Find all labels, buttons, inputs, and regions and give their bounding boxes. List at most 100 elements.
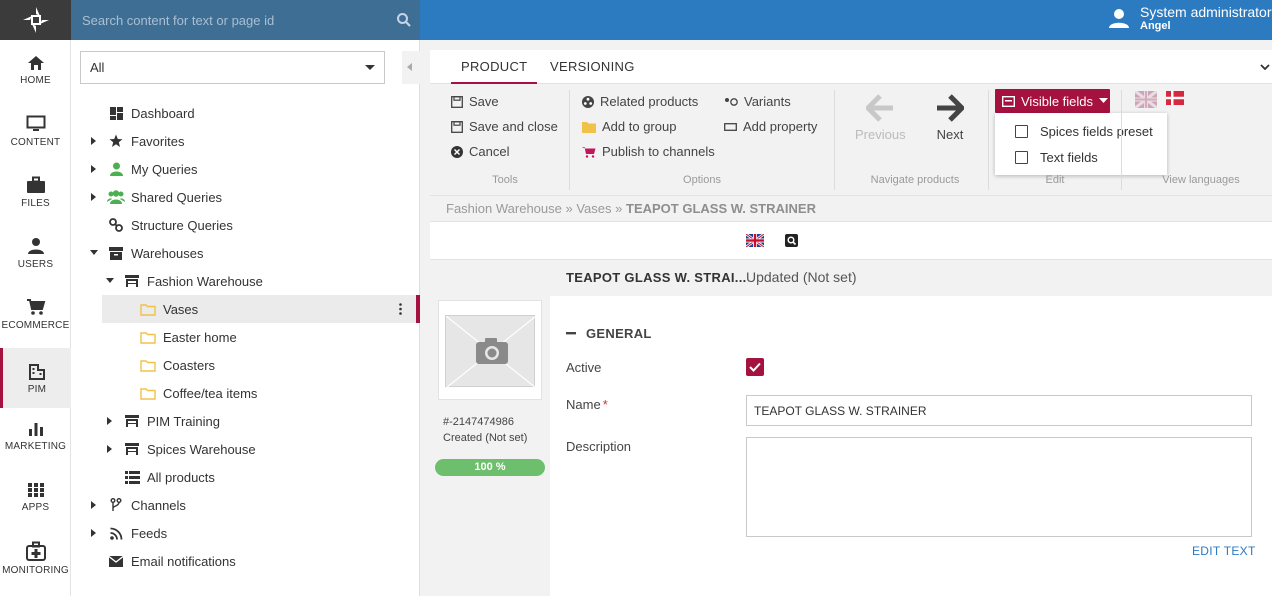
save-button[interactable]: Save bbox=[451, 94, 499, 109]
tree-filter-select[interactable]: All bbox=[80, 51, 385, 84]
collapse-panel-button[interactable] bbox=[402, 51, 420, 84]
left-nav: HOME CONTENT FILES USERS ECOMMERCE PIM M… bbox=[0, 40, 71, 596]
breadcrumb-item[interactable]: Fashion Warehouse bbox=[446, 201, 562, 216]
checkbox[interactable] bbox=[1015, 151, 1028, 164]
search-icon[interactable] bbox=[396, 12, 412, 28]
expand-arrow-icon[interactable] bbox=[91, 529, 96, 537]
breadcrumb-item[interactable]: Vases bbox=[576, 201, 611, 216]
collapse-arrow-icon[interactable] bbox=[90, 250, 98, 255]
name-label-text: Name bbox=[566, 397, 601, 412]
visible-fields-button[interactable]: Visible fields bbox=[995, 89, 1110, 113]
publish-to-channels-button[interactable]: Publish to channels bbox=[582, 144, 715, 159]
save-label: Save bbox=[469, 94, 499, 109]
tree-item-structure-queries[interactable]: Structure Queries bbox=[71, 211, 420, 239]
arrow-left-icon bbox=[866, 94, 894, 122]
flag-uk-icon[interactable] bbox=[1135, 91, 1157, 108]
breadcrumb-separator: » bbox=[565, 201, 573, 216]
more-vertical-icon[interactable] bbox=[399, 303, 402, 315]
tree-item-feeds[interactable]: Feeds bbox=[71, 519, 420, 547]
tree-item-email-notifications[interactable]: Email notifications bbox=[71, 547, 420, 575]
nav-apps[interactable]: APPS bbox=[0, 467, 71, 527]
nav-users[interactable]: USERS bbox=[0, 223, 71, 283]
expand-arrow-icon[interactable] bbox=[91, 501, 96, 509]
add-to-group-button[interactable]: Add to group bbox=[582, 119, 676, 134]
tree-item-vases[interactable]: Vases bbox=[102, 295, 420, 323]
collapse-arrow-icon[interactable] bbox=[106, 278, 114, 283]
required-marker: * bbox=[602, 397, 608, 412]
tree-item-my-queries[interactable]: My Queries bbox=[71, 155, 420, 183]
nav-monitoring[interactable]: MONITORING bbox=[0, 528, 71, 588]
related-products-button[interactable]: Related products bbox=[582, 94, 698, 109]
expand-arrow-icon[interactable] bbox=[91, 193, 96, 201]
warehouse-icon bbox=[124, 441, 140, 457]
monitor-icon bbox=[26, 115, 45, 131]
search-input[interactable] bbox=[71, 0, 391, 40]
edit-text-link[interactable]: EDIT TEXT bbox=[1192, 544, 1256, 558]
nav-home[interactable]: HOME bbox=[0, 40, 71, 100]
folder-icon bbox=[140, 301, 156, 317]
expand-arrow-icon[interactable] bbox=[107, 445, 112, 453]
tree-item-fashion-warehouse[interactable]: Fashion Warehouse bbox=[71, 267, 420, 295]
nav-content[interactable]: CONTENT bbox=[0, 101, 71, 161]
menu-option-text-fields[interactable]: Text fields bbox=[1015, 150, 1098, 165]
flag-denmark-icon[interactable] bbox=[1166, 91, 1184, 105]
tab-product[interactable]: PRODUCT bbox=[451, 50, 538, 84]
chevron-down-icon[interactable] bbox=[1260, 64, 1270, 70]
folder-yellow-icon bbox=[582, 121, 596, 133]
ribbon-group-edit: Edit bbox=[1045, 174, 1065, 186]
previous-button[interactable]: Previous bbox=[855, 94, 906, 142]
product-image[interactable] bbox=[438, 300, 542, 400]
checkbox[interactable] bbox=[1015, 125, 1028, 138]
arrow-right-icon bbox=[937, 94, 964, 122]
flag-uk-icon[interactable] bbox=[746, 234, 764, 247]
zoom-icon[interactable] bbox=[785, 234, 798, 247]
description-field[interactable] bbox=[746, 437, 1252, 537]
user-avatar-icon bbox=[1109, 9, 1129, 28]
top-bar: System administrator Angel bbox=[0, 0, 1272, 40]
tree-item-easter-home[interactable]: Easter home bbox=[71, 323, 420, 351]
warehouse-icon bbox=[124, 413, 140, 429]
nav-files[interactable]: FILES bbox=[0, 162, 71, 222]
search-bar bbox=[71, 0, 420, 40]
variants-icon bbox=[725, 97, 738, 106]
cancel-icon bbox=[451, 145, 463, 158]
tree-item-label: Dashboard bbox=[131, 105, 195, 121]
section-general-header[interactable]: GENERAL bbox=[566, 326, 652, 341]
add-property-label: Add property bbox=[743, 119, 818, 134]
variants-button[interactable]: Variants bbox=[724, 94, 791, 109]
tree-item-favorites[interactable]: Favorites bbox=[71, 127, 420, 155]
tree-item-label: Email notifications bbox=[131, 553, 236, 569]
user-menu[interactable]: System administrator Angel bbox=[1108, 4, 1271, 32]
next-button[interactable]: Next bbox=[936, 94, 964, 142]
tree-item-pim-training[interactable]: PIM Training bbox=[71, 407, 420, 435]
expand-arrow-icon[interactable] bbox=[91, 137, 96, 145]
cancel-button[interactable]: Cancel bbox=[451, 144, 509, 159]
tree-item-label: Easter home bbox=[163, 329, 237, 345]
add-property-button[interactable]: Add property bbox=[724, 119, 817, 134]
save-and-close-button[interactable]: Save and close bbox=[451, 119, 558, 134]
name-label: Name * bbox=[566, 397, 608, 412]
nav-marketing[interactable]: MARKETING bbox=[0, 406, 71, 466]
product-side-panel: #-2147474986 Created (Not set) 100 % bbox=[430, 296, 549, 596]
menu-option-spices-fields-preset[interactable]: Spices fields preset bbox=[1015, 124, 1153, 139]
user-green-icon bbox=[108, 161, 124, 177]
tree-item-all-products[interactable]: All products bbox=[71, 463, 420, 491]
tree-item-coffee-tea-items[interactable]: Coffee/tea items bbox=[71, 379, 420, 407]
expand-arrow-icon[interactable] bbox=[91, 165, 96, 173]
app-logo[interactable] bbox=[0, 0, 71, 40]
nav-label: USERS bbox=[17, 258, 54, 270]
tab-versioning[interactable]: VERSIONING bbox=[550, 50, 635, 84]
tree-item-coasters[interactable]: Coasters bbox=[71, 351, 420, 379]
tree-item-channels[interactable]: Channels bbox=[71, 491, 420, 519]
tree-item-spices-warehouse[interactable]: Spices Warehouse bbox=[71, 435, 420, 463]
nav-pim[interactable]: PIM bbox=[0, 348, 71, 408]
tree-item-dashboard[interactable]: Dashboard bbox=[71, 99, 420, 127]
nav-ecommerce[interactable]: ECOMMERCE bbox=[0, 284, 71, 344]
ribbon-toolbar: Save Save and close Cancel Tools Related… bbox=[430, 84, 1272, 196]
name-field[interactable] bbox=[746, 395, 1252, 426]
folder-icon bbox=[140, 385, 156, 401]
tree-item-warehouses[interactable]: Warehouses bbox=[71, 239, 420, 267]
expand-arrow-icon[interactable] bbox=[107, 417, 112, 425]
active-checkbox[interactable] bbox=[746, 358, 764, 376]
tree-item-shared-queries[interactable]: Shared Queries bbox=[71, 183, 420, 211]
